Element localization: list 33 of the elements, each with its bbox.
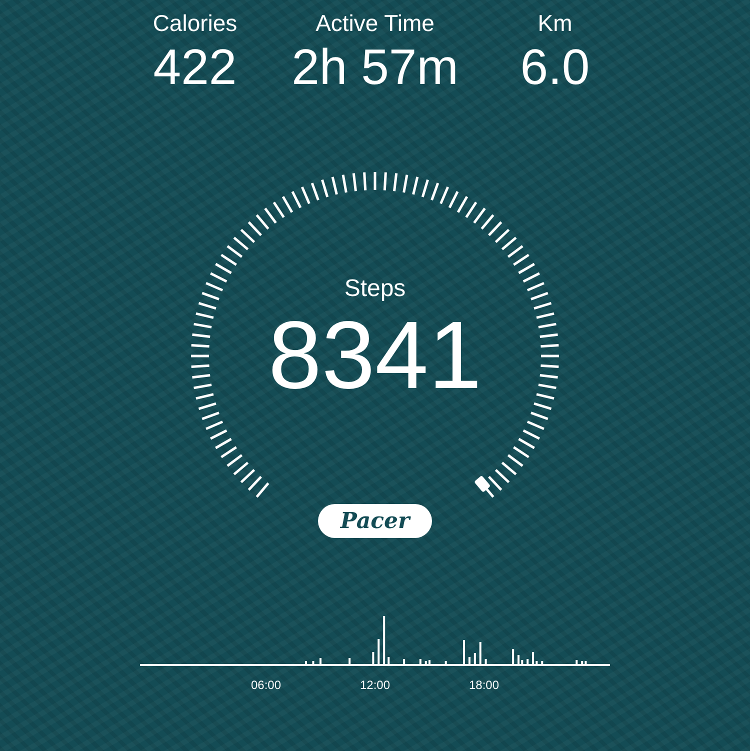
stat-value: 2h 57m	[292, 38, 458, 96]
step-bar	[403, 659, 406, 664]
step-bar	[378, 639, 380, 664]
step-bar	[512, 649, 514, 664]
step-bar	[479, 642, 482, 664]
time-label: 18:00	[468, 678, 500, 692]
step-bar	[304, 661, 307, 664]
step-bar	[484, 659, 487, 664]
steps-count: 8341	[268, 304, 482, 408]
stat-value: 6.0	[520, 38, 590, 96]
steps-label: Steps	[344, 274, 406, 304]
step-bar	[419, 659, 422, 664]
logo-badge: Pacer	[318, 504, 432, 538]
stat-value: 422	[153, 38, 237, 96]
stat-label: Km	[538, 9, 572, 38]
step-bar	[576, 660, 578, 664]
step-bar	[444, 661, 447, 664]
step-bar	[526, 659, 529, 664]
time-label: 12:00	[360, 678, 390, 692]
progress-marker	[474, 475, 491, 492]
step-bar	[424, 661, 427, 664]
stat-label: Calories	[152, 9, 238, 38]
step-bar	[383, 616, 386, 664]
step-bar	[474, 653, 476, 664]
step-bar	[348, 658, 351, 664]
step-bar	[372, 652, 374, 664]
step-bar	[468, 657, 470, 664]
stat-label: Active Time	[316, 9, 434, 38]
step-bar	[541, 661, 544, 664]
step-bar	[388, 657, 390, 664]
time-label: 06:00	[250, 678, 282, 692]
step-bar	[312, 661, 314, 664]
step-bar	[463, 640, 466, 664]
